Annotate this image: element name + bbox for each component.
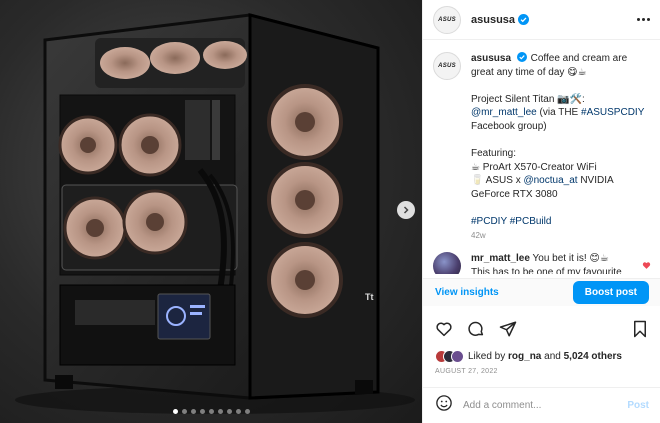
mention-link[interactable]: @noctua_at bbox=[523, 175, 577, 186]
carousel-dot[interactable] bbox=[208, 409, 214, 414]
caption-feature-1: ☕ ProArt X570-Creator WiFi bbox=[471, 161, 597, 173]
post-date[interactable]: AUGUST 27, 2022 bbox=[435, 368, 498, 375]
carousel-dot[interactable] bbox=[217, 409, 223, 414]
add-comment-bar: Post bbox=[423, 387, 660, 423]
more-options-icon[interactable] bbox=[637, 18, 650, 21]
asus-logo: ASUS bbox=[438, 63, 456, 69]
comment-icon[interactable] bbox=[467, 320, 485, 338]
chevron-right-icon bbox=[403, 206, 409, 214]
comment-body: You bet it is! 😊☕ bbox=[529, 253, 609, 264]
caption: ASUS asususa Coffee and cream are great … bbox=[433, 52, 652, 242]
view-insights-link[interactable]: View insights bbox=[435, 287, 499, 298]
next-slide-button[interactable] bbox=[397, 201, 415, 219]
comment-input[interactable] bbox=[463, 400, 628, 411]
comment-like-icon[interactable] bbox=[642, 257, 651, 274]
credit-user-link[interactable]: @mr_matt_lee bbox=[471, 107, 537, 118]
post-actions bbox=[435, 318, 648, 340]
hashtag-link[interactable]: #PCBuild bbox=[510, 216, 552, 227]
carousel-dot[interactable] bbox=[172, 409, 178, 414]
caption-text: (via THE bbox=[536, 107, 582, 119]
pc-case-image: Tt bbox=[15, 13, 415, 414]
verified-badge-icon bbox=[516, 52, 528, 63]
post-media[interactable]: Tt bbox=[0, 0, 422, 423]
caption-project: Project Silent Titan 📷🛠️: bbox=[471, 93, 585, 105]
avatar[interactable]: ASUS bbox=[433, 5, 461, 34]
heart-icon[interactable] bbox=[435, 320, 453, 338]
insights-bar: View insights Boost post bbox=[423, 278, 660, 306]
share-icon[interactable] bbox=[499, 320, 517, 338]
caption-timestamp[interactable]: 42w bbox=[471, 229, 652, 242]
carousel-dots bbox=[0, 409, 422, 414]
liker-avatar[interactable] bbox=[451, 350, 464, 363]
liker-username[interactable]: rog_na bbox=[508, 351, 541, 362]
carousel-dot[interactable] bbox=[235, 409, 241, 414]
carousel-dot[interactable] bbox=[226, 409, 232, 414]
caption-text: 🥛 ASUS x bbox=[471, 175, 524, 187]
likes-count[interactable]: 5,024 others bbox=[564, 351, 622, 362]
post-side-panel: ASUS asususa ASUS asususa Coffee and cre… bbox=[422, 0, 660, 423]
boost-post-button[interactable]: Boost post bbox=[572, 281, 649, 304]
caption-body: asususa Coffee and cream are great any t… bbox=[471, 52, 652, 242]
hashtag-link[interactable]: #PCDIY bbox=[471, 216, 507, 227]
carousel-dot[interactable] bbox=[190, 409, 196, 414]
likes-text: Liked by rog_na and 5,024 others bbox=[468, 351, 622, 362]
post-username[interactable]: asususa bbox=[471, 14, 515, 26]
avatar[interactable]: ASUS bbox=[433, 52, 461, 80]
avatar[interactable] bbox=[433, 252, 461, 274]
caption-username[interactable]: asususa bbox=[471, 53, 511, 64]
post-comment-button[interactable]: Post bbox=[627, 400, 649, 411]
asus-logo: ASUS bbox=[438, 16, 456, 23]
carousel-dot[interactable] bbox=[181, 409, 187, 414]
likes-prefix: Liked by bbox=[468, 351, 509, 362]
caption-text: Facebook group) bbox=[471, 120, 547, 132]
carousel-dot[interactable] bbox=[199, 409, 205, 414]
comment-text: mr_matt_lee You bet it is! 😊☕ This has t… bbox=[471, 252, 622, 274]
verified-badge-icon bbox=[518, 14, 530, 25]
comment-body-2: This has to be one of my favourite bbox=[471, 266, 622, 274]
comment-item: mr_matt_lee You bet it is! 😊☕ This has t… bbox=[433, 252, 652, 274]
carousel-dot[interactable] bbox=[244, 409, 250, 414]
case-brand-logo: Tt bbox=[365, 292, 374, 302]
likes-middle: and bbox=[541, 351, 564, 362]
bookmark-icon[interactable] bbox=[632, 320, 648, 338]
emoji-icon[interactable] bbox=[435, 394, 453, 417]
likes-summary: Liked by rog_na and 5,024 others bbox=[435, 350, 622, 363]
comment-username[interactable]: mr_matt_lee bbox=[471, 253, 530, 264]
post-header: ASUS asususa bbox=[423, 0, 660, 40]
hashtag-link[interactable]: #ASUSPCDIY bbox=[581, 107, 644, 118]
caption-featuring: Featuring: bbox=[471, 148, 517, 160]
